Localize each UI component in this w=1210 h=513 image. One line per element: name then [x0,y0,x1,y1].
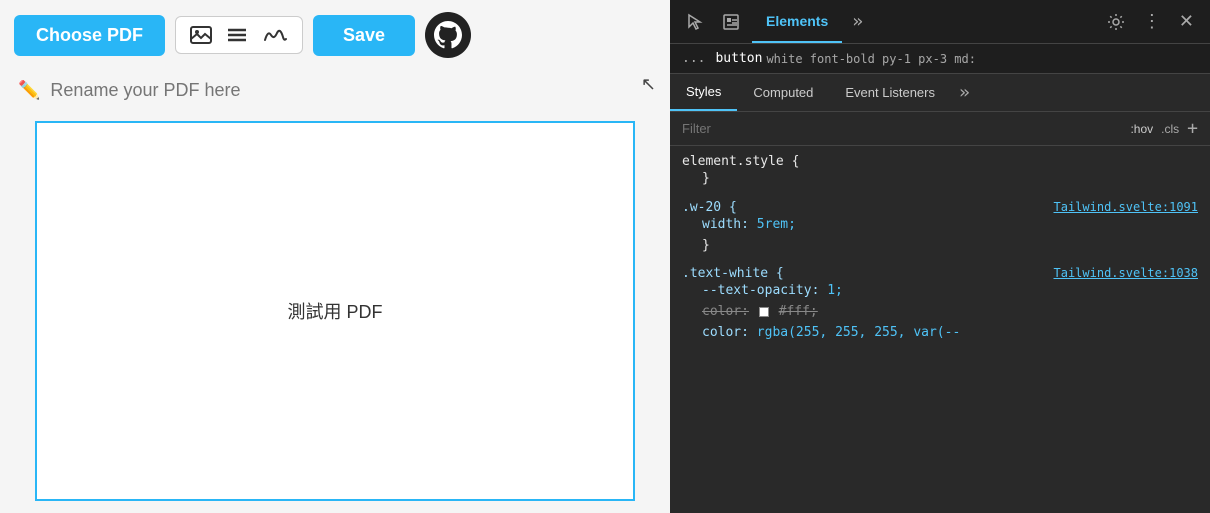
css-prop-color-strike: color: [702,304,749,319]
devtools-topbar: Elements » ⋮ ✕ [670,0,1210,44]
lines-icon-button[interactable] [222,24,252,46]
toolbar: Choose PDF [0,0,670,70]
settings-icon[interactable] [1101,9,1131,35]
more-tabs-icon[interactable]: » [848,7,867,36]
rename-input[interactable] [50,80,390,101]
css-source-w20[interactable]: Tailwind.svelte:1091 [1054,200,1199,214]
breadcrumb: ... button white font-bold py-1 px-3 md: [670,44,1210,74]
css-rule-color-strikethrough: color: #fff; [682,302,1198,323]
css-selector-text-white: .text-white { Tailwind.svelte:1038 [682,266,1198,281]
color-swatch-white [759,307,769,317]
pdf-page: 測試用 PDF [35,121,635,501]
css-close-brace: } [702,171,710,186]
kebab-menu-icon[interactable]: ⋮ [1137,7,1167,36]
css-rule-w20-close: } [682,236,1198,257]
css-prop-text-opacity: --text-opacity: [702,283,819,298]
breadcrumb-dots: ... [682,51,705,66]
css-rule-element-style: element.style { } [682,154,1198,190]
css-val-color-strike: #fff; [779,304,818,319]
left-panel: Choose PDF [0,0,670,513]
css-rule-element-style-close: } [682,169,1198,190]
css-selector-text: element.style { [682,154,799,169]
pdf-text: 測試用 PDF [287,298,382,324]
css-prop-color: color: [702,325,749,340]
css-rule-w20: .w-20 { Tailwind.svelte:1091 width: 5rem… [682,200,1198,257]
tab-computed[interactable]: Computed [737,74,829,111]
css-selector-w20: .w-20 { Tailwind.svelte:1091 [682,200,1198,215]
css-rule-text-white: .text-white { Tailwind.svelte:1038 --tex… [682,266,1198,343]
pdf-canvas-area: 測試用 PDF [0,111,670,513]
css-val-width: 5rem; [757,217,796,232]
css-prop-width: width: [702,217,749,232]
filter-row: :hov .cls + [670,112,1210,146]
choose-pdf-button[interactable]: Choose PDF [14,15,165,56]
rename-row: ✏️ [0,70,670,111]
github-button[interactable] [425,12,471,58]
add-filter-icon[interactable]: + [1187,118,1198,139]
signature-icon-button[interactable] [258,23,292,47]
css-selector-element-style: element.style { [682,154,1198,169]
css-rule-w20-prop: width: 5rem; [682,215,1198,236]
css-brace-w20-close: } [702,238,710,253]
filter-input[interactable] [682,121,1120,136]
css-selector-w20-name: .w-20 { [682,200,737,215]
devtools-panel: Elements » ⋮ ✕ ... button white font-bol… [670,0,1210,513]
tab-elements[interactable]: Elements [752,0,842,43]
breadcrumb-css: white font-bold py-1 px-3 md: [766,52,976,66]
css-rule-color-rgba: color: rgba(255, 255, 255, var(-- [682,323,1198,344]
save-button[interactable]: Save [313,15,415,56]
icon-group [175,16,303,54]
image-icon-button[interactable] [186,24,216,46]
tab-event-listeners[interactable]: Event Listeners [829,74,951,111]
cls-badge[interactable]: .cls [1161,122,1179,136]
hov-badge[interactable]: :hov [1130,122,1153,136]
css-rule-text-opacity: --text-opacity: 1; [682,281,1198,302]
filter-badges: :hov .cls + [1130,118,1198,139]
cursor-tool-button[interactable] [680,9,710,35]
css-rules-area: element.style { } .w-20 { Tailwind.svelt… [670,146,1210,513]
tab-more-icon[interactable]: » [951,82,978,103]
pencil-icon: ✏️ [18,80,40,101]
breadcrumb-tag: button [715,51,762,66]
close-devtools-icon[interactable]: ✕ [1173,7,1200,36]
css-source-text-white[interactable]: Tailwind.svelte:1038 [1054,266,1199,280]
css-selector-text-white-name: .text-white { [682,266,784,281]
inspect-element-button[interactable] [716,9,746,35]
tab-styles[interactable]: Styles [670,74,737,111]
devtools-tabs-row: Styles Computed Event Listeners » [670,74,1210,112]
devtools-topbar-right: ⋮ ✕ [1101,7,1200,36]
css-val-color-rgba: rgba(255, 255, 255, var(-- [757,325,961,340]
css-val-text-opacity: 1; [827,283,843,298]
